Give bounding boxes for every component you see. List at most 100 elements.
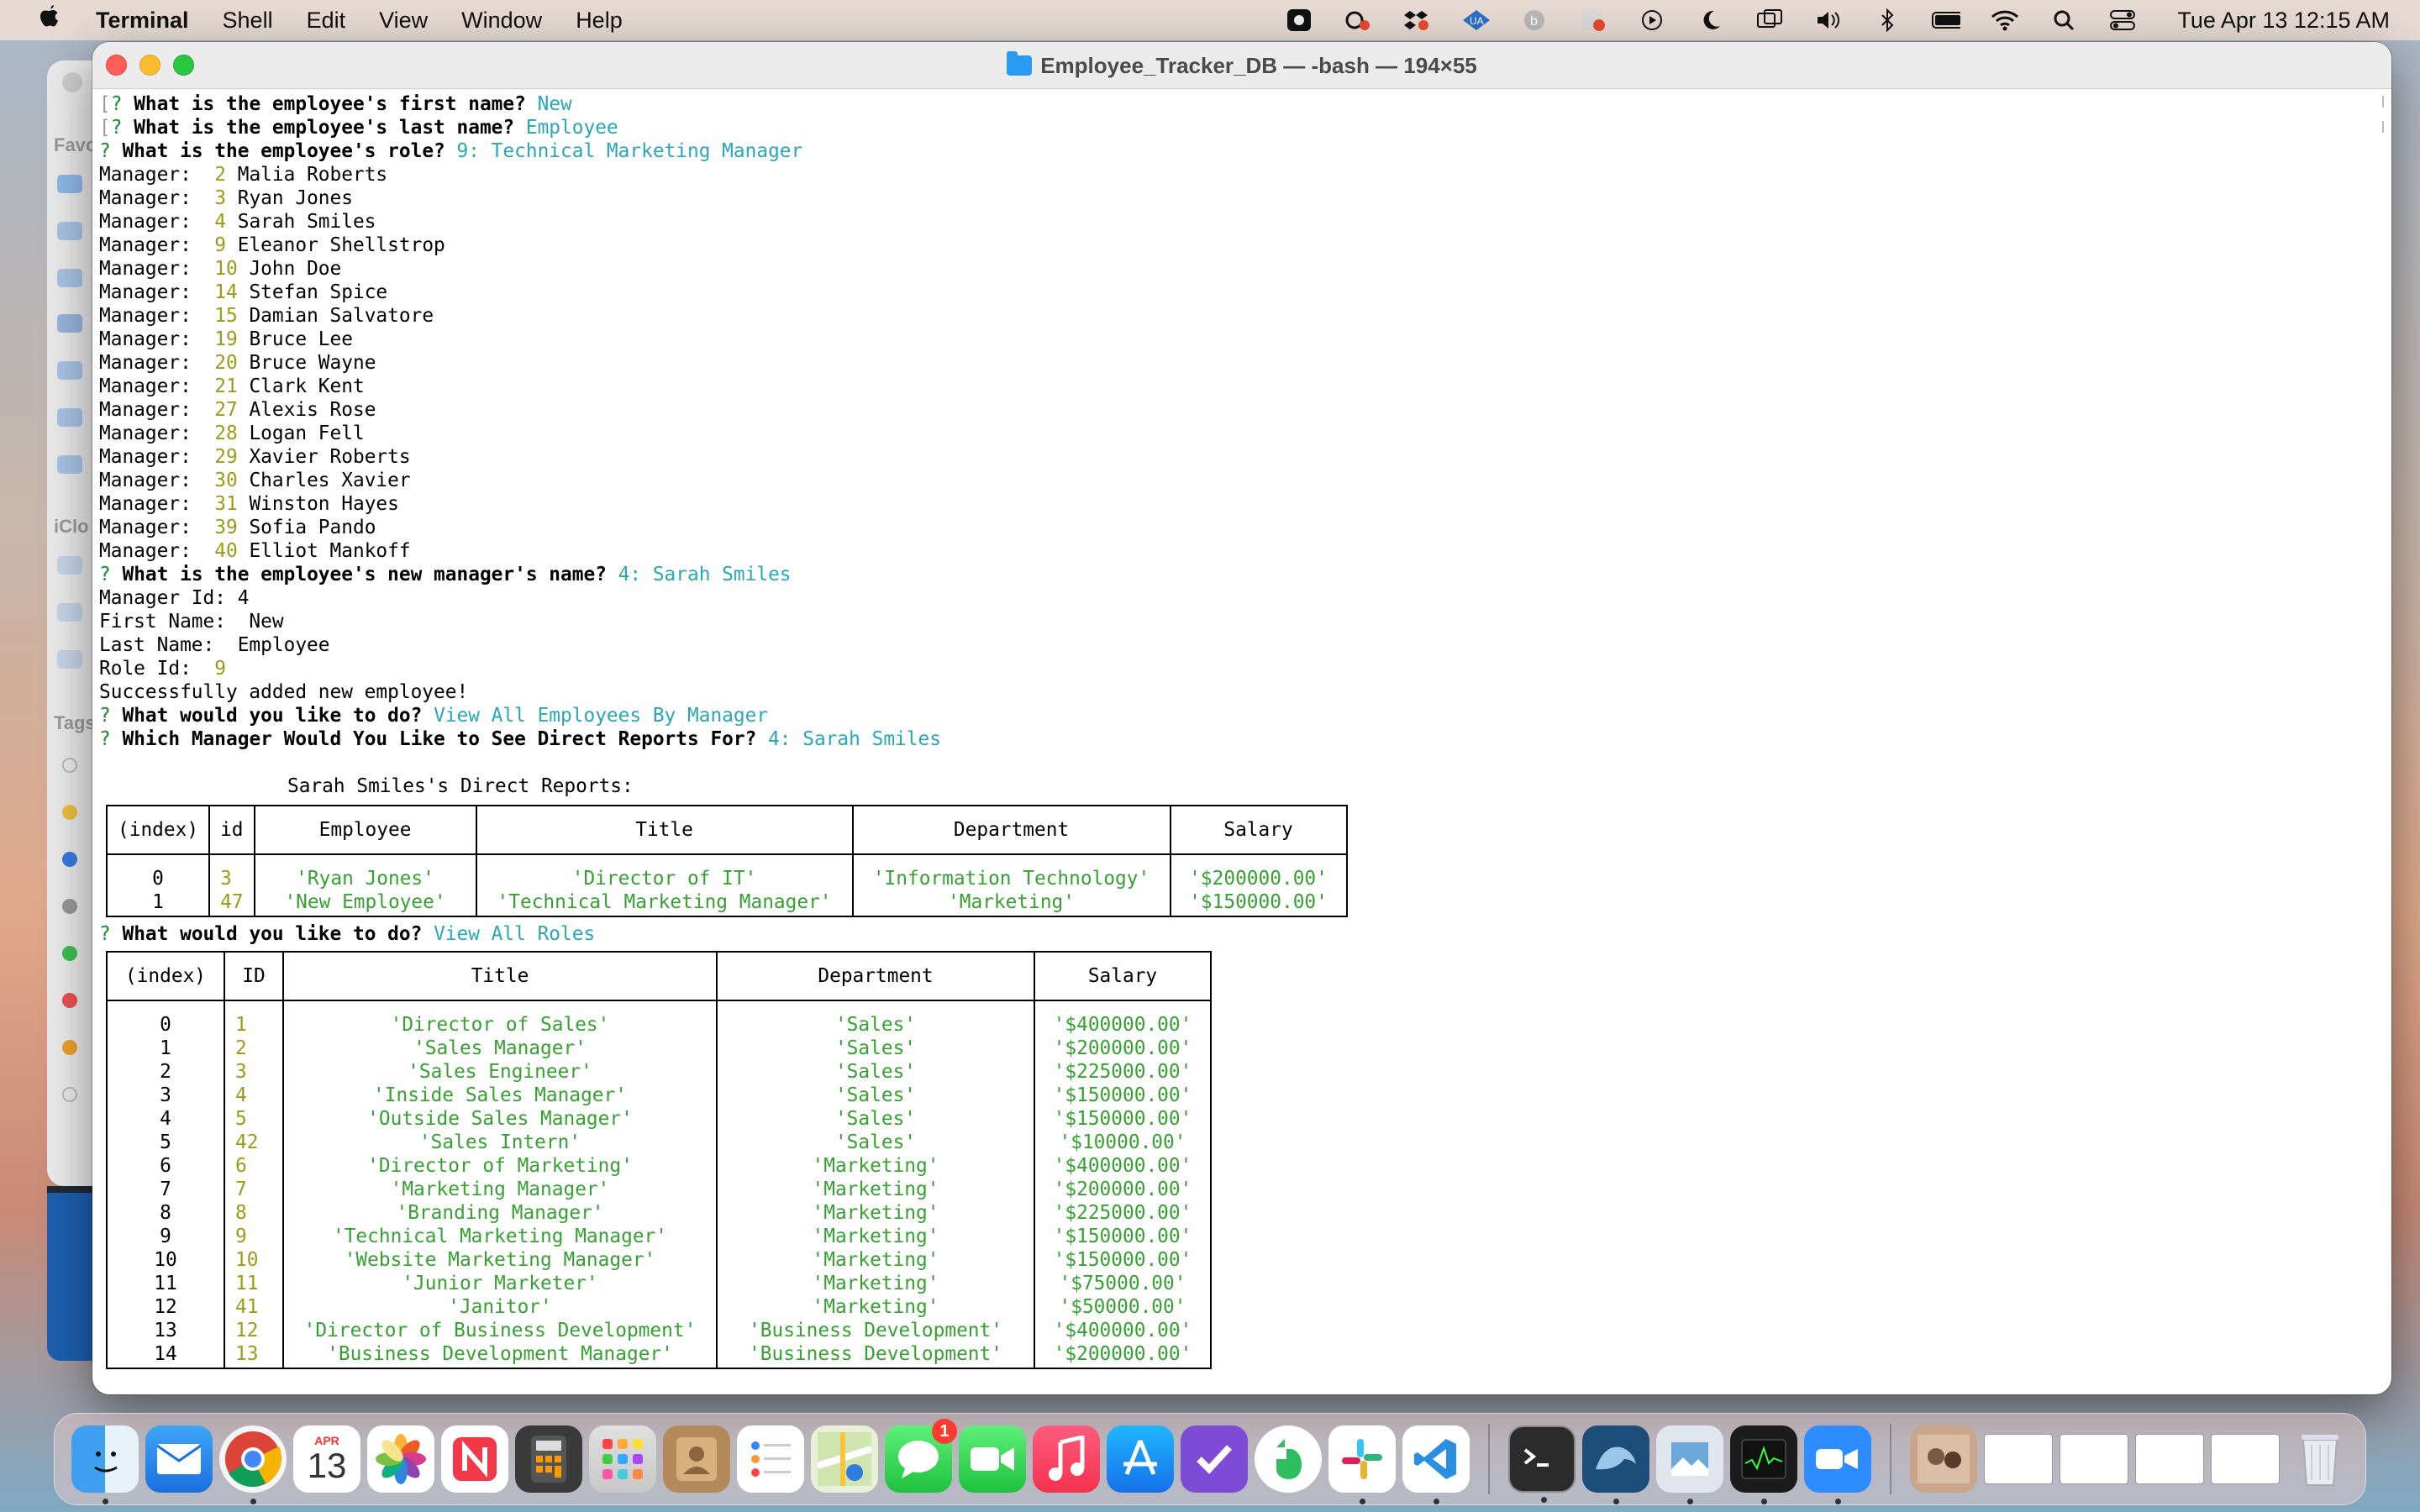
music-icon[interactable] xyxy=(1033,1425,1100,1493)
cell-title: 'Branding Manager' xyxy=(282,1201,718,1225)
cell-index: 0 xyxy=(106,1000,225,1037)
spotlight-search-icon[interactable] xyxy=(2049,8,2078,33)
apple-menu-icon[interactable] xyxy=(37,3,62,37)
finder-icon[interactable] xyxy=(71,1425,139,1504)
table-row: 2 3 'Sales Engineer' 'Sales' '$225000.00' xyxy=(106,1060,1212,1084)
tag-orange-icon[interactable] xyxy=(62,1040,77,1055)
chrome-icon[interactable] xyxy=(219,1425,287,1504)
cell-department: 'Marketing' xyxy=(851,890,1171,917)
minimized-window-thumbnail[interactable] xyxy=(2211,1434,2280,1484)
menu-view[interactable]: View xyxy=(379,8,428,34)
terminal-icon[interactable] xyxy=(1508,1425,1576,1503)
zoom-icon[interactable] xyxy=(1804,1425,1871,1504)
mysql-workbench-icon[interactable] xyxy=(1582,1425,1649,1504)
dropbox-icon[interactable] xyxy=(1402,8,1431,33)
icloud-desktop-icon[interactable] xyxy=(57,556,82,575)
prompt-answer: New xyxy=(537,93,572,115)
minimized-window-thumbnail[interactable] xyxy=(2135,1434,2204,1484)
moon-icon[interactable] xyxy=(1697,8,1725,33)
contacts-icon[interactable] xyxy=(663,1425,730,1493)
menu-window[interactable]: Window xyxy=(461,8,542,34)
documents-icon[interactable] xyxy=(57,455,82,474)
icloud-documents-icon[interactable] xyxy=(57,603,82,622)
manager-id: 4 xyxy=(214,211,226,233)
bluetooth-icon[interactable] xyxy=(1873,8,1902,33)
trash-icon[interactable] xyxy=(2286,1425,2354,1493)
tag-blue-icon[interactable] xyxy=(62,852,77,867)
minimized-window-thumbnail[interactable] xyxy=(2060,1434,2128,1484)
manager-id: 21 xyxy=(214,375,238,397)
manager-label: Manager: xyxy=(99,281,192,303)
wifi-icon[interactable] xyxy=(1991,8,2019,33)
table-row: 9 9 'Technical Marketing Manager' 'Marketin… xyxy=(106,1225,1212,1248)
airdrop-icon[interactable] xyxy=(57,269,82,287)
reminders-icon[interactable] xyxy=(737,1425,804,1493)
app-store-icon[interactable] xyxy=(1107,1425,1174,1493)
tag-red-icon[interactable] xyxy=(62,993,77,1008)
vscode-icon[interactable] xyxy=(1402,1425,1470,1504)
manager-label: Manager: xyxy=(99,540,192,562)
icloud-drive-icon[interactable] xyxy=(57,650,82,669)
downloads-icon[interactable] xyxy=(57,408,82,427)
cell-title: 'Director of Sales' xyxy=(282,1000,718,1037)
photos-icon[interactable] xyxy=(367,1425,434,1493)
slack-icon[interactable] xyxy=(1328,1425,1396,1504)
manager-option: Manager: 10 John Doe xyxy=(99,257,2391,281)
running-indicator xyxy=(1434,1499,1439,1504)
activity-monitor-icon[interactable] xyxy=(1730,1425,1797,1504)
cell-title: 'Sales Intern' xyxy=(282,1131,718,1154)
tag-green-icon[interactable] xyxy=(62,946,77,961)
table-row: 0 3 'Ryan Jones' 'Director of IT' 'Informati… xyxy=(105,854,1348,890)
recents-icon[interactable] xyxy=(57,361,82,380)
evernote-icon[interactable] xyxy=(1255,1425,1322,1493)
messages-icon[interactable]: 1 xyxy=(885,1419,957,1493)
tag-yellow-icon[interactable] xyxy=(62,805,77,820)
menu-clock[interactable]: Tue Apr 13 12:15 AM xyxy=(2177,8,2390,34)
screen-mirroring-icon[interactable] xyxy=(1755,8,1784,33)
prompt-answer: 4: Sarah Smiles xyxy=(768,728,941,750)
maps-icon[interactable] xyxy=(811,1425,878,1493)
creative-cloud-icon[interactable] xyxy=(1344,8,1372,33)
manager-id: 40 xyxy=(214,540,238,562)
menu-help[interactable]: Help xyxy=(576,8,623,34)
volume-icon[interactable] xyxy=(1814,8,1843,33)
manager-id: 27 xyxy=(214,399,238,421)
finder-close-button[interactable] xyxy=(62,72,82,92)
tag-gray-icon[interactable] xyxy=(62,899,77,914)
cell-title: 'Janitor' xyxy=(282,1295,718,1319)
menu-shell[interactable]: Shell xyxy=(223,8,273,34)
facetime-icon[interactable] xyxy=(959,1425,1026,1493)
tag-all-icon[interactable] xyxy=(62,758,77,773)
terminal-window[interactable]: Employee_Tracker_DB — -bash — 194×55 [? … xyxy=(92,42,2391,1394)
prompt-question: What is the employee's last name? xyxy=(134,117,515,139)
status-menu-area: UA b Tue Apr 13 12:15 AM xyxy=(1285,0,2390,40)
dropbox-folder-icon[interactable] xyxy=(57,175,82,193)
desktop-folder-icon[interactable] xyxy=(57,314,82,333)
applications-icon[interactable] xyxy=(57,222,82,240)
calendar-icon[interactable]: APR 13 xyxy=(293,1425,360,1493)
battery-icon[interactable] xyxy=(1932,8,1961,33)
office-icon[interactable] xyxy=(1579,8,1607,33)
vpn-icon[interactable]: UA xyxy=(1461,8,1491,33)
manager-name: Charles Xavier xyxy=(249,470,411,491)
cell-id: 47 xyxy=(208,890,255,917)
title-bar[interactable]: Employee_Tracker_DB — -bash — 194×55 xyxy=(92,42,2391,89)
app-menu-terminal[interactable]: Terminal xyxy=(96,8,189,34)
omnifocus-icon[interactable] xyxy=(1181,1425,1248,1493)
minimized-window-thumbnail[interactable] xyxy=(1984,1434,2053,1484)
calendar-day: 13 xyxy=(307,1446,347,1485)
tag-more-icon[interactable] xyxy=(62,1087,77,1102)
photo-thumbnail-icon[interactable] xyxy=(1910,1425,1977,1493)
beats-icon[interactable]: b xyxy=(1520,8,1549,33)
terminal-output[interactable]: [? What is the employee's first name? Ne… xyxy=(92,89,2391,1394)
calculator-icon[interactable] xyxy=(515,1425,582,1493)
play-icon[interactable] xyxy=(1638,8,1666,33)
control-center-icon[interactable] xyxy=(2108,8,2137,33)
menu-edit[interactable]: Edit xyxy=(307,8,346,34)
column-header: (index) xyxy=(105,805,211,855)
launchpad-icon[interactable] xyxy=(589,1425,656,1493)
news-icon[interactable] xyxy=(441,1425,508,1493)
mail-icon[interactable] xyxy=(145,1425,213,1493)
screen-recorder-icon[interactable] xyxy=(1285,8,1313,33)
preview-icon[interactable] xyxy=(1656,1425,1723,1504)
